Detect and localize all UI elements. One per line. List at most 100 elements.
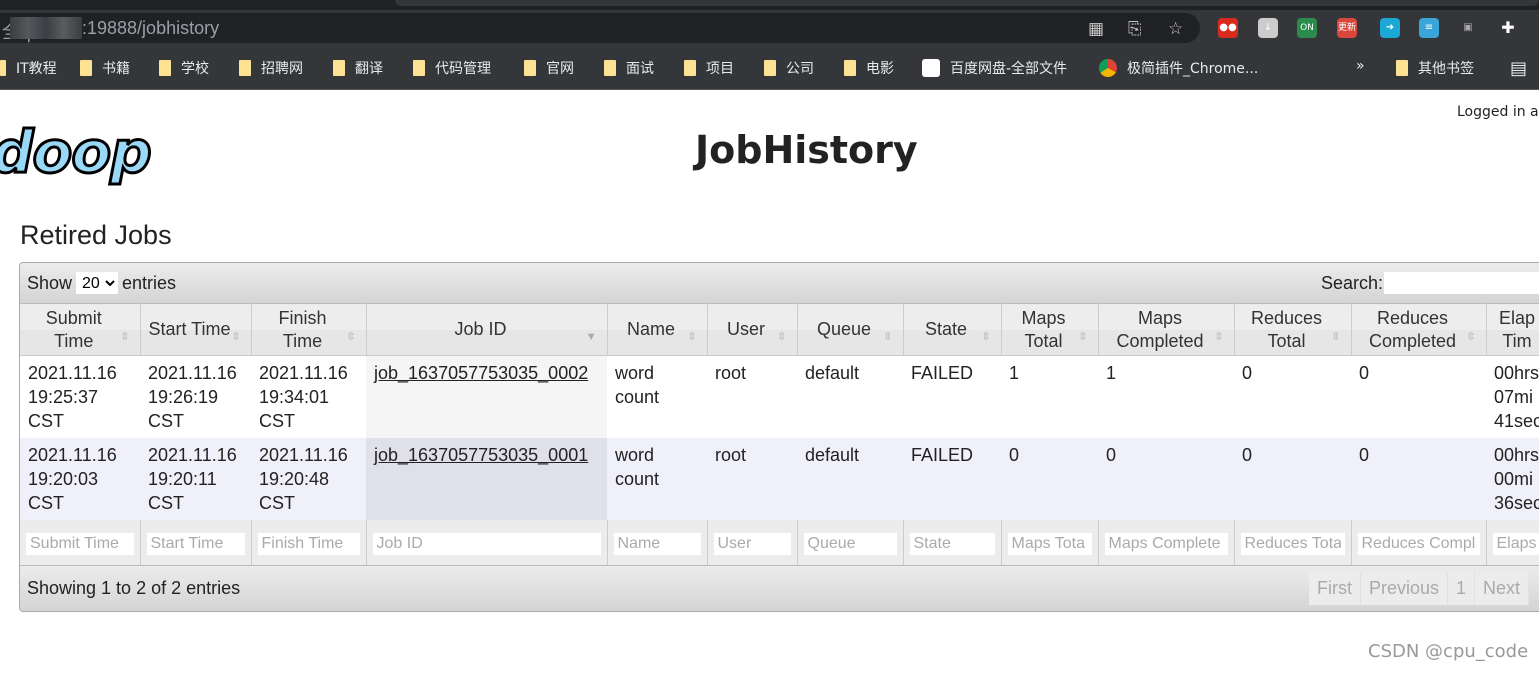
header-line: Completed (1368, 330, 1457, 351)
cell-maps-total: 1 (1001, 355, 1098, 438)
sort-icon: ⇳ (883, 331, 893, 343)
column-filter-input[interactable] (1357, 533, 1480, 555)
header-label: Reduces Total (1241, 307, 1333, 353)
column-header[interactable]: ElapTim⇳ (1486, 303, 1539, 356)
jobs-table-wrapper: Show 20 entries Search: Submit Time ⇳ Start… (19, 262, 1539, 612)
column-header[interactable]: Reduces Total ⇳ (1234, 303, 1352, 356)
tab-strip (0, 0, 1539, 10)
filter-cell (1486, 520, 1539, 565)
header-label: State (910, 318, 983, 341)
bookmark[interactable]: 代码管理 (413, 58, 491, 78)
cell-name: word count (607, 355, 707, 438)
bookmark[interactable]: 书籍 (80, 58, 130, 78)
reading-list-icon[interactable]: ▤ (1510, 58, 1527, 79)
column-header[interactable]: Reduces Completed ⇳ (1351, 303, 1487, 356)
extension-update-icon[interactable]: 更新 (1337, 18, 1357, 38)
cell-job-id: job_1637057753035_0002 (366, 355, 607, 438)
cell-submit: 2021.11.16 19:25:37 CST (20, 355, 140, 438)
column-filter-input[interactable] (1240, 533, 1345, 555)
header-line: Time (54, 330, 94, 351)
bookmark[interactable]: 翻译 (333, 58, 383, 78)
bookmark-label: 百度网盘-全部文件 (950, 61, 1068, 77)
header-line: Name (626, 319, 675, 339)
header-line: State (924, 319, 968, 339)
column-filter-input[interactable] (257, 533, 360, 555)
filter-cell (607, 520, 708, 565)
first-page-button[interactable]: First (1309, 572, 1361, 605)
header-label: Elap Tim (1493, 307, 1539, 353)
login-status: Logged in a (1457, 104, 1539, 120)
filter-cell (140, 520, 252, 565)
previous-page-button[interactable]: Previous (1361, 572, 1449, 605)
header-label: Maps Completed (1105, 307, 1216, 353)
baidu-pan-icon (922, 59, 940, 77)
bookmarks-overflow-button[interactable]: » (1356, 58, 1365, 74)
column-header[interactable]: State ⇳ (903, 303, 1002, 356)
column-header[interactable]: Maps Completed ⇳ (1098, 303, 1235, 356)
bookmark[interactable]: 学校 (159, 58, 209, 78)
column-filter-input[interactable] (713, 533, 791, 555)
qr-code-icon[interactable]: ▦ (1088, 19, 1104, 39)
bookmark-label: 书籍 (102, 61, 130, 77)
column-header[interactable]: Queue ⇳ (797, 303, 904, 356)
other-bookmarks[interactable]: 其他书签 (1396, 58, 1474, 78)
column-header[interactable]: Name ⇳ (607, 303, 708, 356)
bookmark[interactable]: 招聘网 (239, 58, 303, 78)
bookmark[interactable]: 官网 (524, 58, 574, 78)
bookmark[interactable]: 百度网盘-全部文件 (922, 58, 1067, 78)
cell-reduces-total: 0 (1234, 438, 1351, 520)
extension-download-icon[interactable]: ↓ (1258, 18, 1278, 38)
extension-red-icon[interactable]: ●● (1218, 18, 1238, 38)
job-id-link[interactable]: job_1637057753035_0001 (374, 445, 588, 465)
translate-icon[interactable]: ⎘ (1128, 19, 1142, 39)
column-filter-input[interactable] (909, 533, 995, 555)
column-filter-input[interactable] (803, 533, 897, 555)
job-id-link[interactable]: job_1637057753035_0002 (374, 363, 588, 383)
filter-cell (20, 520, 141, 565)
hadoop-logo[interactable]: doop (0, 117, 153, 188)
search-input[interactable] (1384, 272, 1539, 294)
bookmark-label: 公司 (786, 61, 814, 77)
entries-select[interactable]: 20 (76, 272, 119, 294)
url-text[interactable]: :19888/jobhistory (82, 18, 219, 39)
column-filter-input[interactable] (1492, 533, 1539, 555)
column-filter-input[interactable] (1007, 533, 1092, 555)
search-control: Search: (1321, 272, 1539, 294)
bookmark[interactable]: 极简插件_Chrome... (1099, 58, 1258, 78)
column-header[interactable]: Start Time ⇳ (140, 303, 252, 356)
extension-doc-icon[interactable]: ≡ (1419, 18, 1439, 38)
column-header[interactable]: Job ID ▼ (366, 303, 608, 356)
filter-cell (1351, 520, 1487, 565)
column-filter-input[interactable] (372, 533, 601, 555)
folder-icon (413, 60, 425, 76)
bookmark[interactable]: 电影 (844, 58, 894, 78)
bookmark[interactable]: 项目 (684, 58, 734, 78)
column-header[interactable]: Submit Time ⇳ (20, 303, 141, 356)
header-line: Total (1267, 330, 1306, 351)
column-header[interactable]: User ⇳ (707, 303, 798, 356)
folder-icon (0, 60, 6, 76)
column-header[interactable]: Maps Total ⇳ (1001, 303, 1099, 356)
column-filter-input[interactable] (613, 533, 701, 555)
extension-grey-icon[interactable]: ▣ (1458, 18, 1478, 38)
cell-elapsed: 00hrs 00mi 36sec (1486, 438, 1539, 520)
star-icon[interactable]: ☆ (1168, 19, 1183, 39)
extension-on-icon[interactable]: ON (1297, 18, 1317, 38)
column-filter-input[interactable] (146, 533, 245, 555)
next-page-button[interactable]: Next (1475, 572, 1530, 605)
folder-icon (333, 60, 345, 76)
bookmark[interactable]: 公司 (764, 58, 814, 78)
puzzle-icon[interactable]: ✚ (1498, 18, 1518, 38)
cell-reduces-completed: 0 (1351, 355, 1486, 438)
column-filter-input[interactable] (26, 533, 134, 555)
extension-arrow-icon[interactable]: ➜ (1380, 18, 1400, 38)
bookmark-label: 学校 (181, 61, 209, 77)
show-label: Show (27, 272, 73, 293)
omnibox[interactable]: 全 | :19888/jobhistory ▦ ⎘ ☆ (0, 13, 1200, 43)
column-header[interactable]: Finish Time ⇳ (251, 303, 367, 356)
column-filter-input[interactable] (1104, 533, 1228, 555)
page-1-button[interactable]: 1 (1448, 572, 1476, 605)
bookmark[interactable]: 面试 (604, 58, 654, 78)
bookmark[interactable]: IT教程 (0, 58, 57, 78)
active-tab[interactable] (395, 0, 1539, 6)
